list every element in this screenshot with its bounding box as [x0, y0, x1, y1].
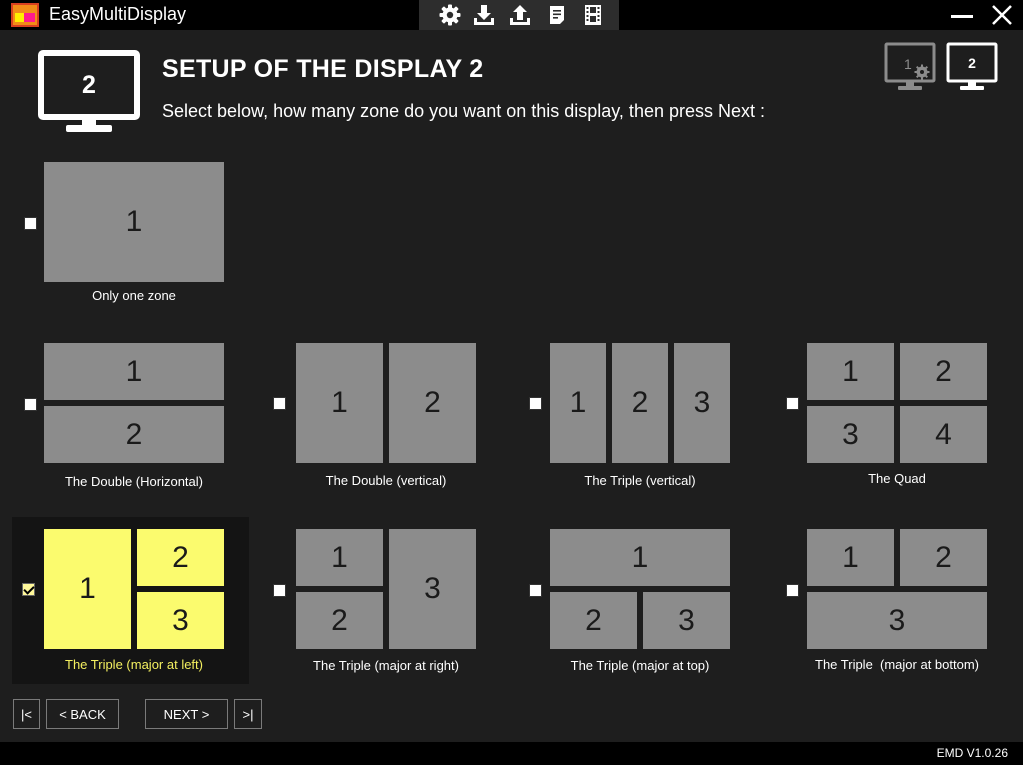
zone-tile[interactable]: 3 [389, 529, 476, 649]
layout-label: The Double (Horizontal) [64, 474, 203, 489]
layout-label: The Triple (major at right) [313, 658, 459, 673]
page-subtitle: Select below, how many zone do you want … [162, 101, 765, 121]
zone-tile[interactable]: 2 [550, 592, 637, 649]
layout-label: Only one zone [92, 288, 176, 303]
zone-tile[interactable]: 3 [674, 343, 730, 463]
page-title: SETUP OF THE DISPLAY 2 [162, 55, 484, 83]
layout-label: The Double (vertical) [325, 473, 447, 488]
close-icon[interactable] [990, 3, 1014, 27]
zone-tile[interactable]: 2 [612, 343, 668, 463]
zone-tile[interactable]: 3 [137, 592, 224, 649]
version-label: EMD V1.0.26 [936, 746, 1008, 760]
layout-label: The Triple (vertical) [584, 473, 696, 488]
layout-checkbox[interactable] [786, 397, 799, 410]
zone-tile[interactable]: 2 [296, 592, 383, 649]
zone-tile[interactable]: 3 [643, 592, 730, 649]
upload-icon[interactable] [508, 3, 532, 27]
display-1-label: 1 [904, 56, 912, 72]
zone-tile[interactable]: 2 [389, 343, 476, 463]
layout-label: The Quad [868, 471, 926, 486]
first-page-button[interactable]: |< [13, 699, 40, 729]
zone-tile[interactable]: 3 [807, 592, 987, 649]
next-button[interactable]: NEXT > [145, 699, 228, 729]
zone-tile[interactable]: 1 [296, 529, 383, 586]
layout-checkbox[interactable] [22, 583, 35, 596]
zone-tile[interactable]: 4 [900, 406, 987, 463]
zone-tile[interactable]: 1 [807, 343, 894, 400]
zone-tile[interactable]: 2 [137, 529, 224, 586]
layout-checkbox[interactable] [273, 397, 286, 410]
header-display-number: 2 [82, 71, 96, 99]
app-logo [11, 3, 39, 27]
zone-tile[interactable]: 1 [44, 529, 131, 649]
app-title: EasyMultiDisplay [49, 4, 187, 24]
layout-label: The Triple (major at bottom) [815, 657, 979, 672]
layout-checkbox[interactable] [529, 397, 542, 410]
download-icon[interactable] [472, 3, 496, 27]
layout-checkbox[interactable] [24, 398, 37, 411]
gear-icon[interactable] [438, 3, 462, 27]
zone-tile[interactable]: 1 [296, 343, 383, 463]
layout-checkbox[interactable] [529, 584, 542, 597]
title-bar: EasyMultiDisplay [0, 0, 1023, 30]
zone-tile[interactable]: 2 [900, 343, 987, 400]
display-1-button[interactable]: 1 [884, 42, 936, 94]
layout-checkbox[interactable] [786, 584, 799, 597]
display-2-button[interactable]: 2 [946, 42, 998, 94]
zone-tile[interactable]: 1 [44, 162, 224, 282]
status-bar: EMD V1.0.26 [0, 742, 1023, 765]
zone-tile[interactable]: 1 [550, 529, 730, 586]
back-button[interactable]: < BACK [46, 699, 119, 729]
layout-checkbox[interactable] [24, 217, 37, 230]
minimize-button[interactable] [951, 15, 973, 18]
zone-tile[interactable]: 2 [900, 529, 987, 586]
last-page-button[interactable]: >| [234, 699, 262, 729]
zone-tile[interactable]: 1 [807, 529, 894, 586]
zone-tile[interactable]: 2 [44, 406, 224, 463]
layout-checkbox[interactable] [273, 584, 286, 597]
layout-label: The Triple (major at top) [570, 658, 710, 673]
layout-label: The Triple (major at left) [65, 657, 203, 672]
document-icon[interactable] [545, 3, 569, 27]
zone-tile[interactable]: 1 [550, 343, 606, 463]
display-2-label: 2 [968, 55, 976, 71]
zone-tile[interactable]: 3 [807, 406, 894, 463]
toolbar [419, 0, 619, 30]
zone-tile[interactable]: 1 [44, 343, 224, 400]
film-icon[interactable] [581, 3, 605, 27]
